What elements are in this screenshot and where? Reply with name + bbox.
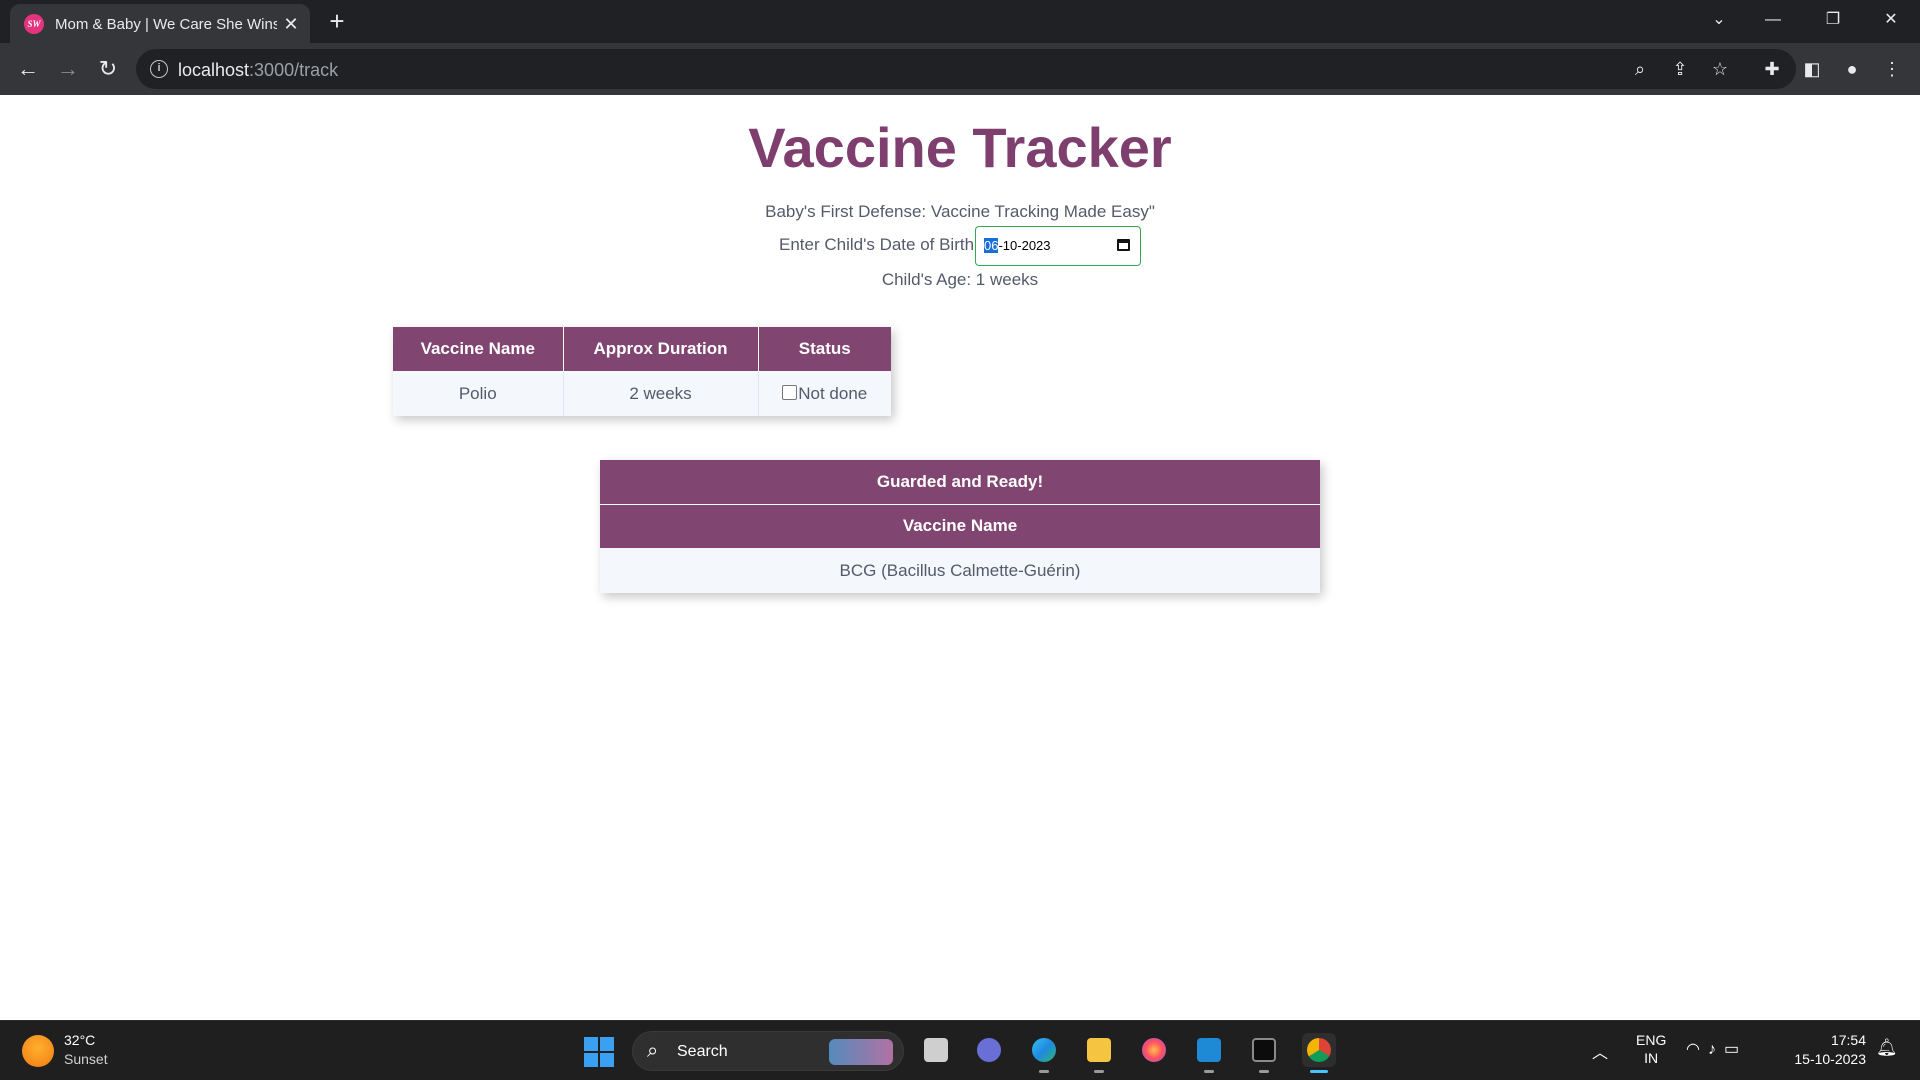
column-header-approx-duration: Approx Duration	[563, 327, 759, 371]
url-text[interactable]: localhost:3000/track	[178, 60, 338, 81]
column-header-status: Status	[758, 327, 891, 371]
restore-button[interactable]: ❐	[1810, 0, 1856, 40]
side-panel-icon[interactable]: ◧	[1798, 55, 1826, 83]
url-host: localhost	[178, 60, 250, 80]
status-text: Not done	[798, 383, 868, 403]
taskbar-search[interactable]: ⌕ Search	[632, 1031, 904, 1071]
firefox-icon[interactable]	[1137, 1033, 1171, 1067]
url-path: :3000/track	[249, 60, 339, 80]
pending-vaccines-table: Vaccine Name Approx Duration Status Poli…	[393, 327, 891, 416]
tray-chevron-up-icon[interactable]: ︿	[1592, 1039, 1608, 1063]
tagline: Baby's First Defense: Vaccine Tracking M…	[765, 202, 1155, 221]
language-code: ENG	[1636, 1032, 1667, 1048]
chat-icon[interactable]	[972, 1033, 1006, 1067]
start-button[interactable]	[584, 1037, 614, 1067]
battery-icon: ▭	[1723, 1041, 1748, 1058]
status-cell: Not done	[758, 371, 891, 416]
bookmark-star-icon[interactable]: ☆	[1706, 55, 1734, 83]
site-favicon-icon: SW	[24, 14, 44, 34]
running-indicator	[1094, 1070, 1104, 1073]
profile-icon[interactable]: ●	[1838, 55, 1866, 83]
weather-sun-icon[interactable]	[22, 1035, 54, 1067]
language-indicator[interactable]: ENG IN	[1636, 1031, 1666, 1067]
tab-search-chevron-icon[interactable]: ⌄	[1696, 0, 1742, 40]
extensions-icon[interactable]: ✚	[1758, 55, 1786, 83]
column-header-vaccine-name: Vaccine Name	[600, 504, 1320, 548]
clock-time: 17:54	[1830, 1032, 1866, 1048]
notification-bell-icon[interactable]: 🔔︎	[1876, 1038, 1898, 1058]
page-title: Vaccine Tracker	[748, 116, 1172, 179]
browser-tab[interactable]: SW Mom & Baby | We Care She Wins ✕	[10, 4, 310, 43]
running-indicator	[1259, 1070, 1269, 1073]
browser-menu-icon[interactable]: ⋮	[1878, 55, 1906, 83]
site-info-icon[interactable]: i	[150, 60, 168, 78]
share-icon[interactable]: ⇪	[1666, 55, 1694, 83]
forward-button[interactable]: →	[52, 53, 84, 85]
dob-value[interactable]: 06-10-2023	[984, 238, 1051, 253]
vaccine-name-cell: Polio	[393, 371, 564, 416]
status-checkbox[interactable]	[782, 384, 798, 400]
reload-button[interactable]: ↻	[92, 53, 124, 85]
dob-label: Enter Child's Date of Birth:	[779, 235, 979, 254]
close-window-button[interactable]: ✕	[1868, 0, 1914, 40]
search-highlight-icon	[829, 1039, 893, 1065]
running-indicator	[1039, 1070, 1049, 1073]
dob-date-input[interactable]: 06-10-2023	[975, 226, 1141, 266]
region-code: IN	[1644, 1050, 1659, 1066]
child-age: Child's Age: 1 weeks	[881, 270, 1039, 289]
running-indicator	[1204, 1070, 1214, 1073]
chrome-icon[interactable]	[1302, 1033, 1336, 1073]
vscode-icon[interactable]	[1192, 1033, 1226, 1073]
address-bar[interactable]: i localhost:3000/track ⌕ ⇪ ☆	[136, 49, 1796, 89]
zoom-icon[interactable]: ⌕	[1626, 55, 1654, 83]
wifi-icon: ◠	[1686, 1041, 1708, 1058]
completed-vaccines-table: Guarded and Ready! Vaccine Name BCG (Bac…	[600, 460, 1320, 593]
tray-status-icons[interactable]: ◠♪▭	[1686, 1039, 1747, 1059]
close-tab-icon[interactable]: ✕	[280, 13, 302, 35]
task-view-icon[interactable]	[919, 1033, 953, 1067]
minimize-button[interactable]: —	[1750, 0, 1796, 40]
weather-condition[interactable]: Sunset	[64, 1051, 108, 1067]
calendar-icon[interactable]	[1117, 239, 1130, 251]
search-icon: ⌕	[647, 1040, 659, 1062]
column-header-vaccine-name: Vaccine Name	[393, 327, 564, 371]
active-indicator	[1310, 1070, 1328, 1073]
table-row: Polio 2 weeks Not done	[393, 371, 891, 416]
browser-toolbar: ← → ↻ i localhost:3000/track ⌕ ⇪ ☆ ✚ ◧ ●…	[0, 43, 1920, 95]
edge-icon[interactable]	[1027, 1033, 1061, 1073]
table-row: BCG (Bacillus Calmette-Guérin)	[600, 548, 1320, 593]
page-content: Vaccine Tracker Baby's First Defense: Va…	[0, 95, 1920, 1020]
dob-rest-segment[interactable]: -10-2023	[998, 238, 1050, 253]
browser-tab-bar: SW Mom & Baby | We Care She Wins ✕ + ⌄ —…	[0, 0, 1920, 43]
file-explorer-icon[interactable]	[1082, 1033, 1116, 1073]
back-button[interactable]: ←	[12, 53, 44, 85]
dob-day-segment[interactable]: 06	[984, 238, 999, 253]
vaccine-name-cell: BCG (Bacillus Calmette-Guérin)	[839, 560, 1081, 580]
tab-title: Mom & Baby | We Care She Wins	[55, 16, 277, 33]
search-label: Search	[677, 1043, 728, 1060]
taskbar: 32°C Sunset ⌕ Search ︿ ENG IN ◠♪▭ 17:54 15…	[0, 1020, 1920, 1080]
clock-date: 15-10-2023	[1794, 1051, 1866, 1067]
completed-table-caption: Guarded and Ready!	[600, 460, 1320, 505]
new-tab-button[interactable]: +	[324, 8, 350, 34]
duration-cell: 2 weeks	[563, 371, 759, 416]
clock[interactable]: 17:54 15-10-2023	[1784, 1031, 1866, 1069]
volume-icon: ♪	[1707, 1041, 1724, 1058]
weather-temperature[interactable]: 32°C	[64, 1032, 95, 1048]
terminal-icon[interactable]	[1247, 1033, 1281, 1073]
